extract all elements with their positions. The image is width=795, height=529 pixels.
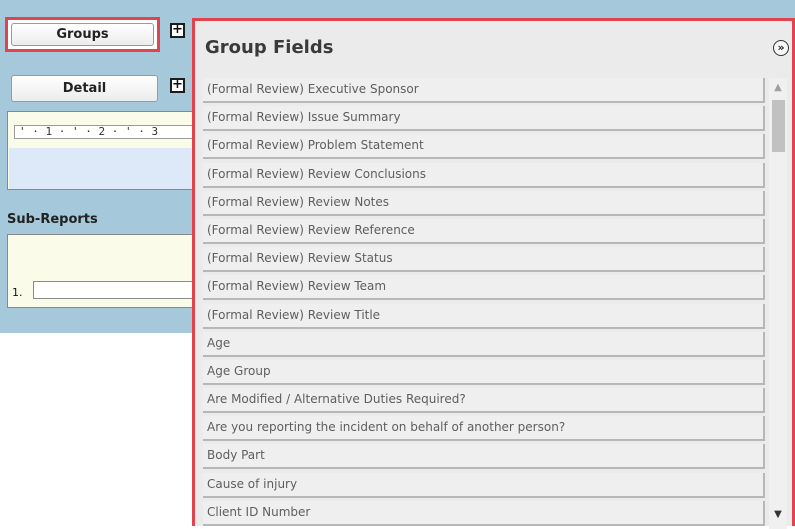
group-field-item[interactable]: (Formal Review) Review Conclusions bbox=[203, 162, 765, 188]
add-group-icon[interactable]: + bbox=[170, 23, 185, 38]
group-field-item[interactable]: (Formal Review) Executive Sponsor bbox=[203, 78, 765, 103]
subreports-section: 1. bbox=[7, 234, 203, 308]
subreports-label: Sub-Reports bbox=[7, 212, 98, 227]
group-field-item[interactable]: Age bbox=[203, 331, 765, 357]
double-chevron-down-icon[interactable]: » bbox=[773, 40, 789, 56]
groups-button-highlight: Groups bbox=[5, 17, 160, 52]
group-field-item[interactable]: Are you reporting the incident on behalf… bbox=[203, 416, 765, 442]
group-field-item[interactable]: Age Group bbox=[203, 359, 765, 385]
add-detail-icon[interactable]: + bbox=[170, 78, 185, 93]
ruler: ' · 1 · ' · 2 · ' · 3 bbox=[14, 125, 198, 139]
detail-button[interactable]: Detail bbox=[11, 75, 158, 102]
group-fields-title: Group Fields bbox=[205, 37, 334, 58]
group-field-item[interactable]: Are Modified / Alternative Duties Requir… bbox=[203, 388, 765, 414]
designer-empty-area bbox=[0, 333, 200, 526]
group-fields-list: (Formal Review) Executive Sponsor (Formal… bbox=[203, 78, 765, 529]
group-fields-panel: Group Fields » (Formal Review) Executive… bbox=[192, 18, 795, 529]
scroll-up-icon[interactable]: ▲ bbox=[769, 80, 787, 96]
group-field-item[interactable]: (Formal Review) Problem Statement bbox=[203, 134, 765, 160]
group-field-item[interactable]: (Formal Review) Review Status bbox=[203, 247, 765, 273]
scrollbar-thumb[interactable] bbox=[772, 100, 785, 152]
group-field-item[interactable]: (Formal Review) Review Reference bbox=[203, 218, 765, 244]
group-field-item[interactable]: (Formal Review) Review Title bbox=[203, 303, 765, 329]
scrollbar[interactable]: ▲ ▼ bbox=[769, 78, 787, 529]
group-field-item[interactable]: (Formal Review) Issue Summary bbox=[203, 106, 765, 132]
detail-band[interactable] bbox=[9, 148, 197, 189]
group-field-item[interactable]: Cause of injury bbox=[203, 472, 765, 498]
groups-button[interactable]: Groups bbox=[11, 23, 154, 46]
detail-section: ' · 1 · ' · 2 · ' · 3 bbox=[7, 111, 198, 190]
subreport-input[interactable] bbox=[33, 281, 203, 299]
subreport-number: 1. bbox=[12, 286, 23, 299]
group-field-item[interactable]: (Formal Review) Review Notes bbox=[203, 190, 765, 216]
group-field-item[interactable]: Body Part bbox=[203, 444, 765, 470]
scroll-down-icon[interactable]: ▼ bbox=[769, 507, 787, 523]
group-field-item[interactable]: Client ID Number bbox=[203, 500, 765, 526]
group-field-item[interactable]: (Formal Review) Review Team bbox=[203, 275, 765, 301]
